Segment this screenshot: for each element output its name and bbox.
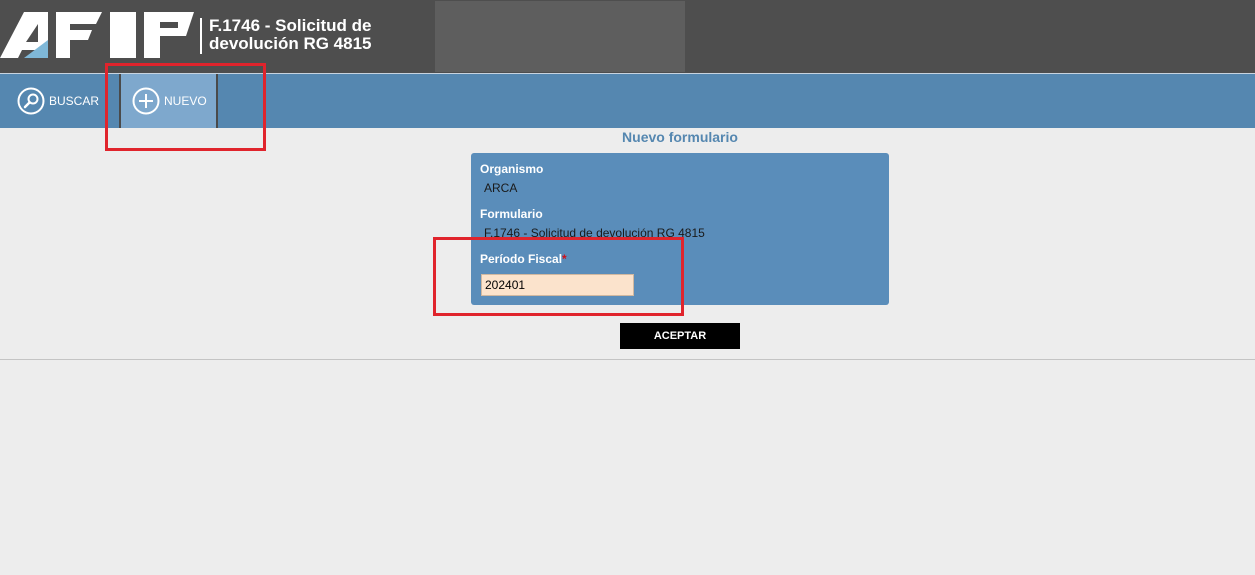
formulario-value: F.1746 - Solicitud de devolución RG 4815 [484,226,705,240]
header-divider [200,18,202,54]
organismo-value: ARCA [484,181,518,195]
search-icon [17,87,45,115]
form-heading: Nuevo formulario [622,129,738,145]
content-divider [0,359,1255,360]
aceptar-button[interactable]: ACEPTAR [620,323,740,349]
page-title: F.1746 - Solicitud de devolución RG 4815 [209,17,429,53]
formulario-label: Formulario [480,207,543,221]
buscar-label: BUSCAR [49,94,100,108]
page-title-line2: devolución RG 4815 [209,34,372,53]
nuevo-label: NUEVO [164,94,207,108]
plus-circle-icon [132,87,160,115]
buscar-button[interactable]: BUSCAR [17,74,99,128]
toolbar: BUSCAR NUEVO [0,73,1255,128]
afip-logo [0,12,194,58]
nuevo-button[interactable]: NUEVO [119,74,218,128]
periodo-fiscal-label: Período Fiscal* [480,252,567,266]
organismo-label: Organismo [480,162,544,176]
periodo-fiscal-label-text: Período Fiscal [480,252,563,266]
app-header: F.1746 - Solicitud de devolución RG 4815 [0,0,1255,73]
periodo-fiscal-input[interactable] [481,274,634,296]
form-panel: Organismo ARCA Formulario F.1746 - Solic… [471,153,889,305]
header-gray-block [435,1,685,72]
page-title-line1: F.1746 - Solicitud de [209,16,372,35]
required-mark: * [562,252,567,266]
